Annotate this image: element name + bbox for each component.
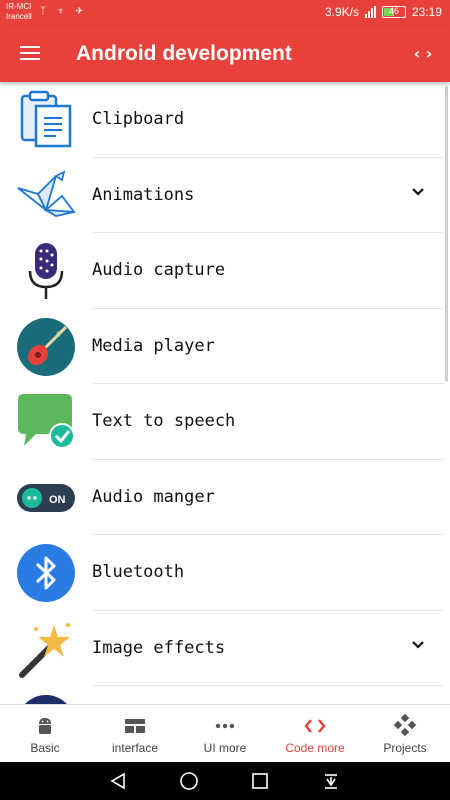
list-item-image-effects[interactable]: Image effects (0, 611, 450, 686)
list-item-label: Text to speech (92, 411, 236, 431)
carrier-line-2: Irancell (6, 12, 32, 21)
status-right: 3.9K/s 46 23:19 (325, 5, 442, 19)
hamburger-icon[interactable] (18, 42, 42, 66)
code-icon[interactable]: ‹ › (410, 42, 436, 66)
net-speed: 3.9K/s (324, 5, 359, 19)
grid-diamond-icon (393, 714, 417, 737)
list-item-clipboard[interactable]: Clipboard (0, 82, 450, 158)
battery-icon: 46 (381, 6, 406, 18)
bottom-navigation: Basic interface UI more Code more Projec… (0, 704, 450, 762)
nav-label: UI more (203, 741, 247, 755)
signal-icon (364, 6, 376, 18)
list-item-media-player[interactable]: ♫ Media player (0, 309, 450, 384)
carrier-line-1: IR-MCI (6, 2, 32, 11)
chevron-down-icon[interactable] (410, 637, 426, 653)
back-icon[interactable] (108, 771, 128, 791)
more-dots-icon (215, 723, 235, 729)
recents-icon[interactable] (250, 771, 270, 791)
clipboard-icon (20, 90, 72, 148)
nav-projects[interactable]: Projects (360, 705, 450, 762)
system-nav-bar (0, 762, 450, 800)
origami-bird-icon (17, 169, 76, 217)
notification-icons: ᛉ ♆ ✈ (40, 6, 88, 17)
nav-interface[interactable]: interface (90, 705, 180, 762)
android-icon (39, 718, 51, 734)
speech-bubble-icon (18, 394, 75, 449)
list-item-label: Animations (92, 184, 195, 205)
home-icon[interactable] (179, 771, 199, 791)
feature-list[interactable]: Clipboard Animations Audio capture ♫ Med… (0, 82, 450, 704)
toggle-text: ON (49, 494, 66, 506)
list-item-label: Image effects (92, 637, 226, 658)
nav-label: Basic (30, 741, 60, 755)
nav-code-more[interactable]: Code more (270, 705, 360, 762)
nav-label: Code more (285, 741, 345, 755)
svg-text:♫: ♫ (54, 329, 62, 340)
list-item-label: Clipboard (92, 109, 185, 129)
list-item-audio-capture[interactable]: Audio capture (0, 233, 450, 309)
list-item-text-to-speech[interactable]: Text to speech (0, 384, 450, 460)
notification-pull-icon[interactable] (321, 771, 341, 791)
chevron-down-icon[interactable] (410, 184, 426, 200)
list-item-partial[interactable] (0, 686, 450, 704)
list-item-label: Audio capture (92, 260, 226, 280)
list-item-animations[interactable]: Animations (0, 158, 450, 233)
code-icon (304, 719, 326, 733)
list-item-label: Bluetooth (92, 562, 185, 582)
microphone-icon (28, 243, 64, 299)
list-item-audio-manger[interactable]: ON Audio manger (0, 460, 450, 535)
guitar-icon: ♫ (17, 317, 75, 376)
list-item-bluetooth[interactable]: Bluetooth (0, 535, 450, 611)
layout-icon (125, 719, 145, 733)
nav-ui-more[interactable]: UI more (180, 705, 270, 762)
page-title: Android development (76, 42, 292, 65)
carrier-info: IR-MCI Irancell (6, 2, 32, 22)
nav-label: Projects (383, 741, 427, 755)
clock: 23:19 (411, 5, 442, 19)
partial-item-icon (25, 695, 67, 704)
nav-basic[interactable]: Basic (0, 705, 90, 762)
toggle-on-icon: ON (17, 483, 75, 512)
nav-label: interface (111, 741, 159, 755)
bluetooth-icon (17, 544, 75, 602)
status-bar: IR-MCI Irancell ᛉ ♆ ✈ 3.9K/s 46 23:19 (0, 0, 450, 26)
list-item-label: Media player (92, 335, 215, 356)
list-item-label: Audio manger (92, 486, 215, 507)
battery-level: 46 (388, 6, 399, 16)
app-bar: Android development ‹ › (0, 26, 450, 82)
magic-wand-icon (19, 622, 70, 678)
